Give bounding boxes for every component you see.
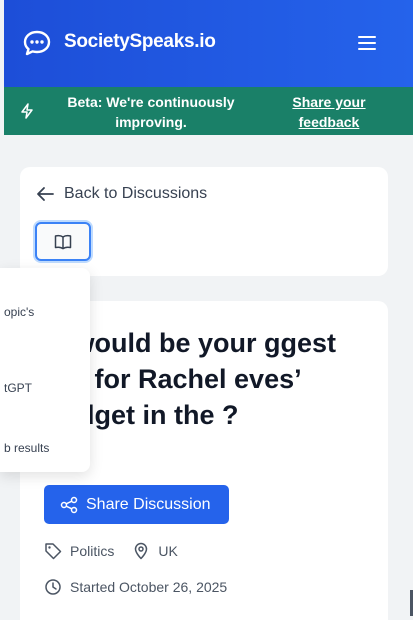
back-to-discussions-link[interactable]: Back to Discussions — [36, 185, 207, 203]
discussion-meta: Politics UK — [44, 542, 178, 560]
brand-name[interactable]: SocietySpeaks.io — [64, 31, 216, 53]
discussion-date: Started October 26, 2025 — [44, 578, 227, 596]
arrow-left-icon — [37, 187, 54, 201]
beta-banner: Beta: We're continuously improving. Shar… — [4, 87, 413, 135]
share-discussion-button[interactable]: Share Discussion — [44, 485, 229, 524]
location-pin-icon — [135, 542, 148, 560]
discussion-title: at would be your ggest win for Rachel ev… — [42, 328, 337, 430]
back-link-label: Back to Discussions — [64, 185, 208, 202]
dropdown-item[interactable]: b results — [4, 441, 49, 455]
dropdown-item[interactable]: opic's — [4, 305, 34, 319]
lightning-icon — [21, 103, 33, 119]
clock-icon — [45, 579, 61, 595]
open-book-icon — [54, 234, 72, 249]
tag-icon — [45, 543, 62, 560]
reading-mode-button[interactable] — [35, 222, 91, 261]
location-label: UK — [158, 543, 178, 559]
toolbar-card: Back to Discussions — [20, 167, 388, 276]
dropdown-item[interactable]: tGPT — [4, 381, 32, 395]
beta-banner-text: Beta: We're continuously improving. — [67, 94, 235, 130]
topic-label[interactable]: Politics — [70, 543, 114, 559]
hamburger-menu-icon[interactable] — [356, 33, 378, 53]
share-icon — [60, 496, 78, 513]
reading-mode-dropdown: opic's tGPT b results — [0, 268, 90, 472]
share-discussion-label: Share Discussion — [86, 495, 211, 513]
top-navbar: SocietySpeaks.io — [4, 0, 413, 87]
feedback-link[interactable]: Share your feedback — [284, 92, 374, 132]
started-date: Started October 26, 2025 — [70, 579, 228, 595]
chat-bubble-icon — [23, 30, 51, 56]
